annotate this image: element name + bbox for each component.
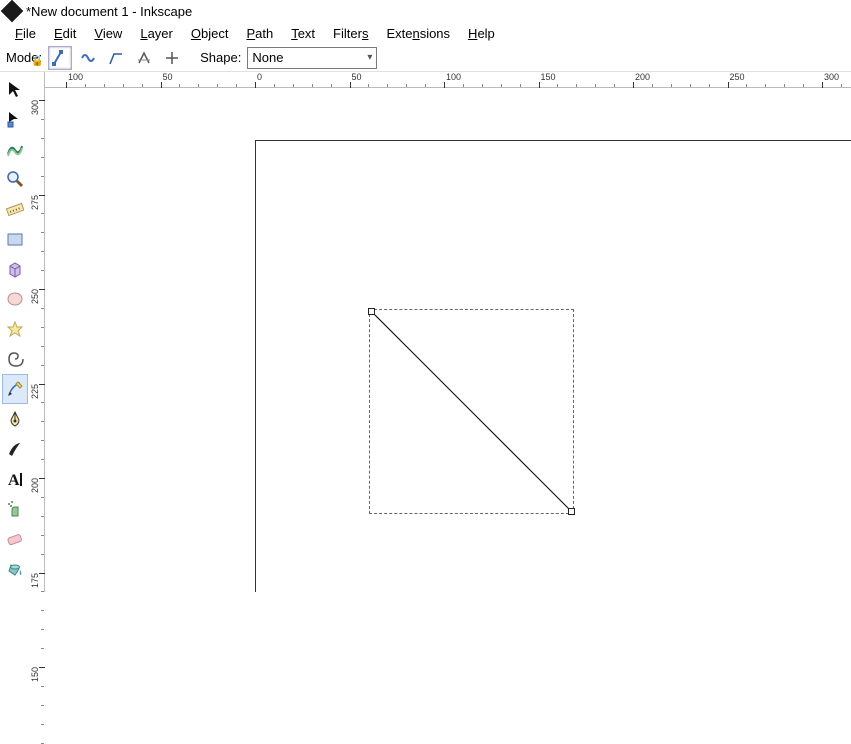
node-tool[interactable] [2, 104, 28, 134]
tool-controls-bar: Mode: Shape: None ▾ [0, 44, 851, 72]
pencil-tool[interactable] [2, 374, 28, 404]
line-mode-icon [108, 50, 124, 66]
menu-path[interactable]: Path [237, 24, 282, 43]
bezier-mode-icon [52, 50, 68, 66]
spray-tool[interactable] [2, 494, 28, 524]
calligraphy-tool[interactable] [2, 434, 28, 464]
ruler-horizontal[interactable]: 10050050100150200250300 [45, 72, 851, 88]
spiral-icon [6, 350, 24, 368]
menu-filters[interactable]: Filters [324, 24, 377, 43]
spray-icon [6, 500, 24, 518]
arrow-icon [6, 80, 24, 98]
lock-icon[interactable]: 🔒 [31, 56, 43, 67]
menu-view[interactable]: View [85, 24, 131, 43]
toolbox: A [0, 72, 29, 592]
bezier-tool[interactable] [2, 404, 28, 434]
menu-object[interactable]: Object [182, 24, 238, 43]
tweak-icon [6, 140, 24, 158]
text-tool[interactable]: A [2, 464, 28, 494]
measure-tool[interactable] [2, 194, 28, 224]
menu-edit[interactable]: Edit [45, 24, 85, 43]
ruler-icon [6, 200, 24, 218]
inkscape-icon [1, 0, 24, 22]
window-title: *New document 1 - Inkscape [26, 4, 192, 19]
star-tool[interactable] [2, 314, 28, 344]
menu-bar: File Edit View Layer Object Path Text Fi… [0, 22, 851, 44]
circle-tool[interactable] [2, 284, 28, 314]
circle-icon [6, 290, 24, 308]
title-bar: *New document 1 - Inkscape [0, 0, 851, 22]
node-icon [6, 110, 24, 128]
spiro-mode-icon [80, 50, 96, 66]
text-icon: A [6, 470, 24, 488]
shape-value: None [252, 50, 283, 65]
3dbox-tool[interactable] [2, 254, 28, 284]
selection-box [369, 309, 574, 514]
menu-help[interactable]: Help [459, 24, 504, 43]
selector-tool[interactable] [2, 74, 28, 104]
star-icon [6, 320, 24, 338]
menu-file[interactable]: File [6, 24, 45, 43]
pen-icon [6, 410, 24, 428]
grid-mode-icon [164, 50, 180, 66]
menu-text[interactable]: Text [282, 24, 324, 43]
mode-bezier-button[interactable] [48, 46, 72, 70]
tweak-tool[interactable] [2, 134, 28, 164]
path-handle-start[interactable] [368, 308, 375, 315]
paraxial-mode-icon [136, 50, 152, 66]
shape-dropdown[interactable]: None ▾ [247, 47, 377, 69]
eraser-tool[interactable] [2, 524, 28, 554]
chevron-down-icon: ▾ [367, 52, 372, 63]
path-handle-end[interactable] [568, 508, 575, 515]
svg-text:A: A [8, 472, 20, 488]
eraser-icon [6, 530, 24, 548]
bucket-tool[interactable] [2, 554, 28, 584]
canvas[interactable] [45, 88, 851, 592]
magnifier-icon [6, 170, 24, 188]
mode-spiro-button[interactable] [76, 46, 100, 70]
box3d-icon [6, 260, 24, 278]
pencil-icon [6, 380, 24, 398]
mode-line-button[interactable] [104, 46, 128, 70]
canvas-wrap: 10050050100150200250300 [45, 72, 851, 592]
spiral-tool[interactable] [2, 344, 28, 374]
calligraphy-icon [6, 440, 24, 458]
mode-paraxial-button[interactable] [132, 46, 156, 70]
main-area: A 🔒 300275250225200175150 10050050100150… [0, 72, 851, 592]
menu-extensions[interactable]: Extensions [377, 24, 459, 43]
zoom-tool[interactable] [2, 164, 28, 194]
mode-grid-button[interactable] [160, 46, 184, 70]
menu-layer[interactable]: Layer [131, 24, 182, 43]
rect-icon [6, 230, 24, 248]
shape-label: Shape: [200, 50, 241, 65]
rect-tool[interactable] [2, 224, 28, 254]
bucket-icon [6, 560, 24, 578]
ruler-vertical[interactable]: 🔒 300275250225200175150 [29, 72, 45, 592]
